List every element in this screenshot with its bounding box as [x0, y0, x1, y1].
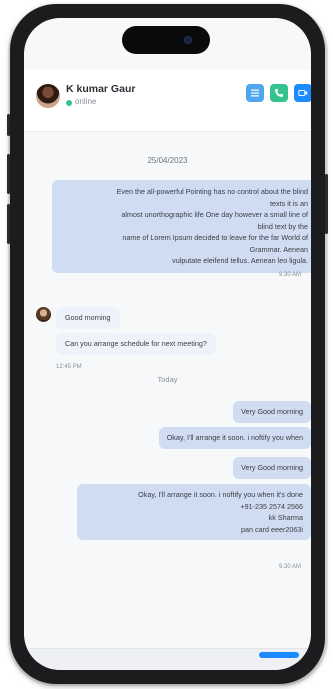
phone-icon	[275, 89, 283, 97]
message-line: texts it is an	[270, 198, 308, 208]
chat-area[interactable]: 25/04/2023 Even the all-powerful Pointin…	[24, 132, 311, 670]
message-line: Even the all-powerful Pointing has no co…	[116, 187, 308, 196]
message-time: 9.30 AM	[278, 272, 301, 278]
message-line: Okay, I'll arrange it soon. i noftify yo…	[138, 490, 303, 499]
send-button[interactable]	[259, 652, 299, 658]
message-time: 9.30 AM	[278, 564, 301, 570]
list-icon	[251, 89, 259, 97]
volume-button	[7, 154, 10, 194]
message-input-bar[interactable]	[24, 648, 311, 670]
chat-header: K kumar Gaur online	[24, 70, 311, 132]
message-line: +91-235 2574 2566	[240, 501, 303, 511]
dynamic-island	[122, 26, 210, 54]
status-text: online	[75, 97, 97, 106]
volume-button	[7, 204, 10, 244]
message-line: pan card eeer2063i	[241, 524, 303, 534]
call-button[interactable]	[270, 84, 288, 102]
message-line: Grammar. Aenean	[249, 244, 308, 254]
message-bubble-outgoing[interactable]: Very Good morning	[233, 401, 311, 423]
message-time: 12:45 PM	[56, 364, 82, 370]
message-bubble-outgoing[interactable]: Very Good morning	[233, 457, 311, 479]
message-bubble-outgoing[interactable]: Okay, I'll arrange it soon. i noftify yo…	[158, 427, 311, 449]
message-line: kk Sharma	[268, 513, 303, 522]
message-bubble-outgoing[interactable]: Even the all-powerful Pointing has no co…	[52, 180, 311, 273]
sender-avatar	[36, 307, 51, 322]
online-status-dot	[66, 100, 72, 106]
contact-avatar[interactable]	[36, 84, 60, 108]
message-line: blind text by the	[257, 221, 308, 231]
message-bubble-incoming[interactable]: Good morning	[56, 307, 120, 329]
message-line: almost unorthographic life One day howev…	[121, 210, 308, 219]
video-icon	[298, 90, 308, 96]
volume-button	[7, 114, 10, 136]
camera-icon	[184, 36, 192, 44]
date-label: 25/04/2023	[147, 156, 188, 165]
phone-frame: K kumar Gaur online 25/04/2023 Even the …	[7, 4, 328, 684]
message-bubble-incoming[interactable]: Can you arrange schedule for next meetin…	[56, 333, 216, 355]
screen: K kumar Gaur online 25/04/2023 Even the …	[24, 18, 311, 670]
message-bubble-outgoing[interactable]: Okay, I'll arrange it soon. i noftify yo…	[77, 484, 311, 540]
video-call-button[interactable]	[294, 84, 311, 102]
contact-name[interactable]: K kumar Gaur	[66, 83, 135, 95]
message-line: vulputate eleifend tellus. Aenean leo li…	[172, 256, 308, 265]
list-button[interactable]	[246, 84, 264, 102]
today-separator: Today	[157, 375, 178, 384]
power-button	[325, 174, 328, 234]
message-line: name of Lorem Ipsum decided to leave for…	[122, 233, 308, 242]
